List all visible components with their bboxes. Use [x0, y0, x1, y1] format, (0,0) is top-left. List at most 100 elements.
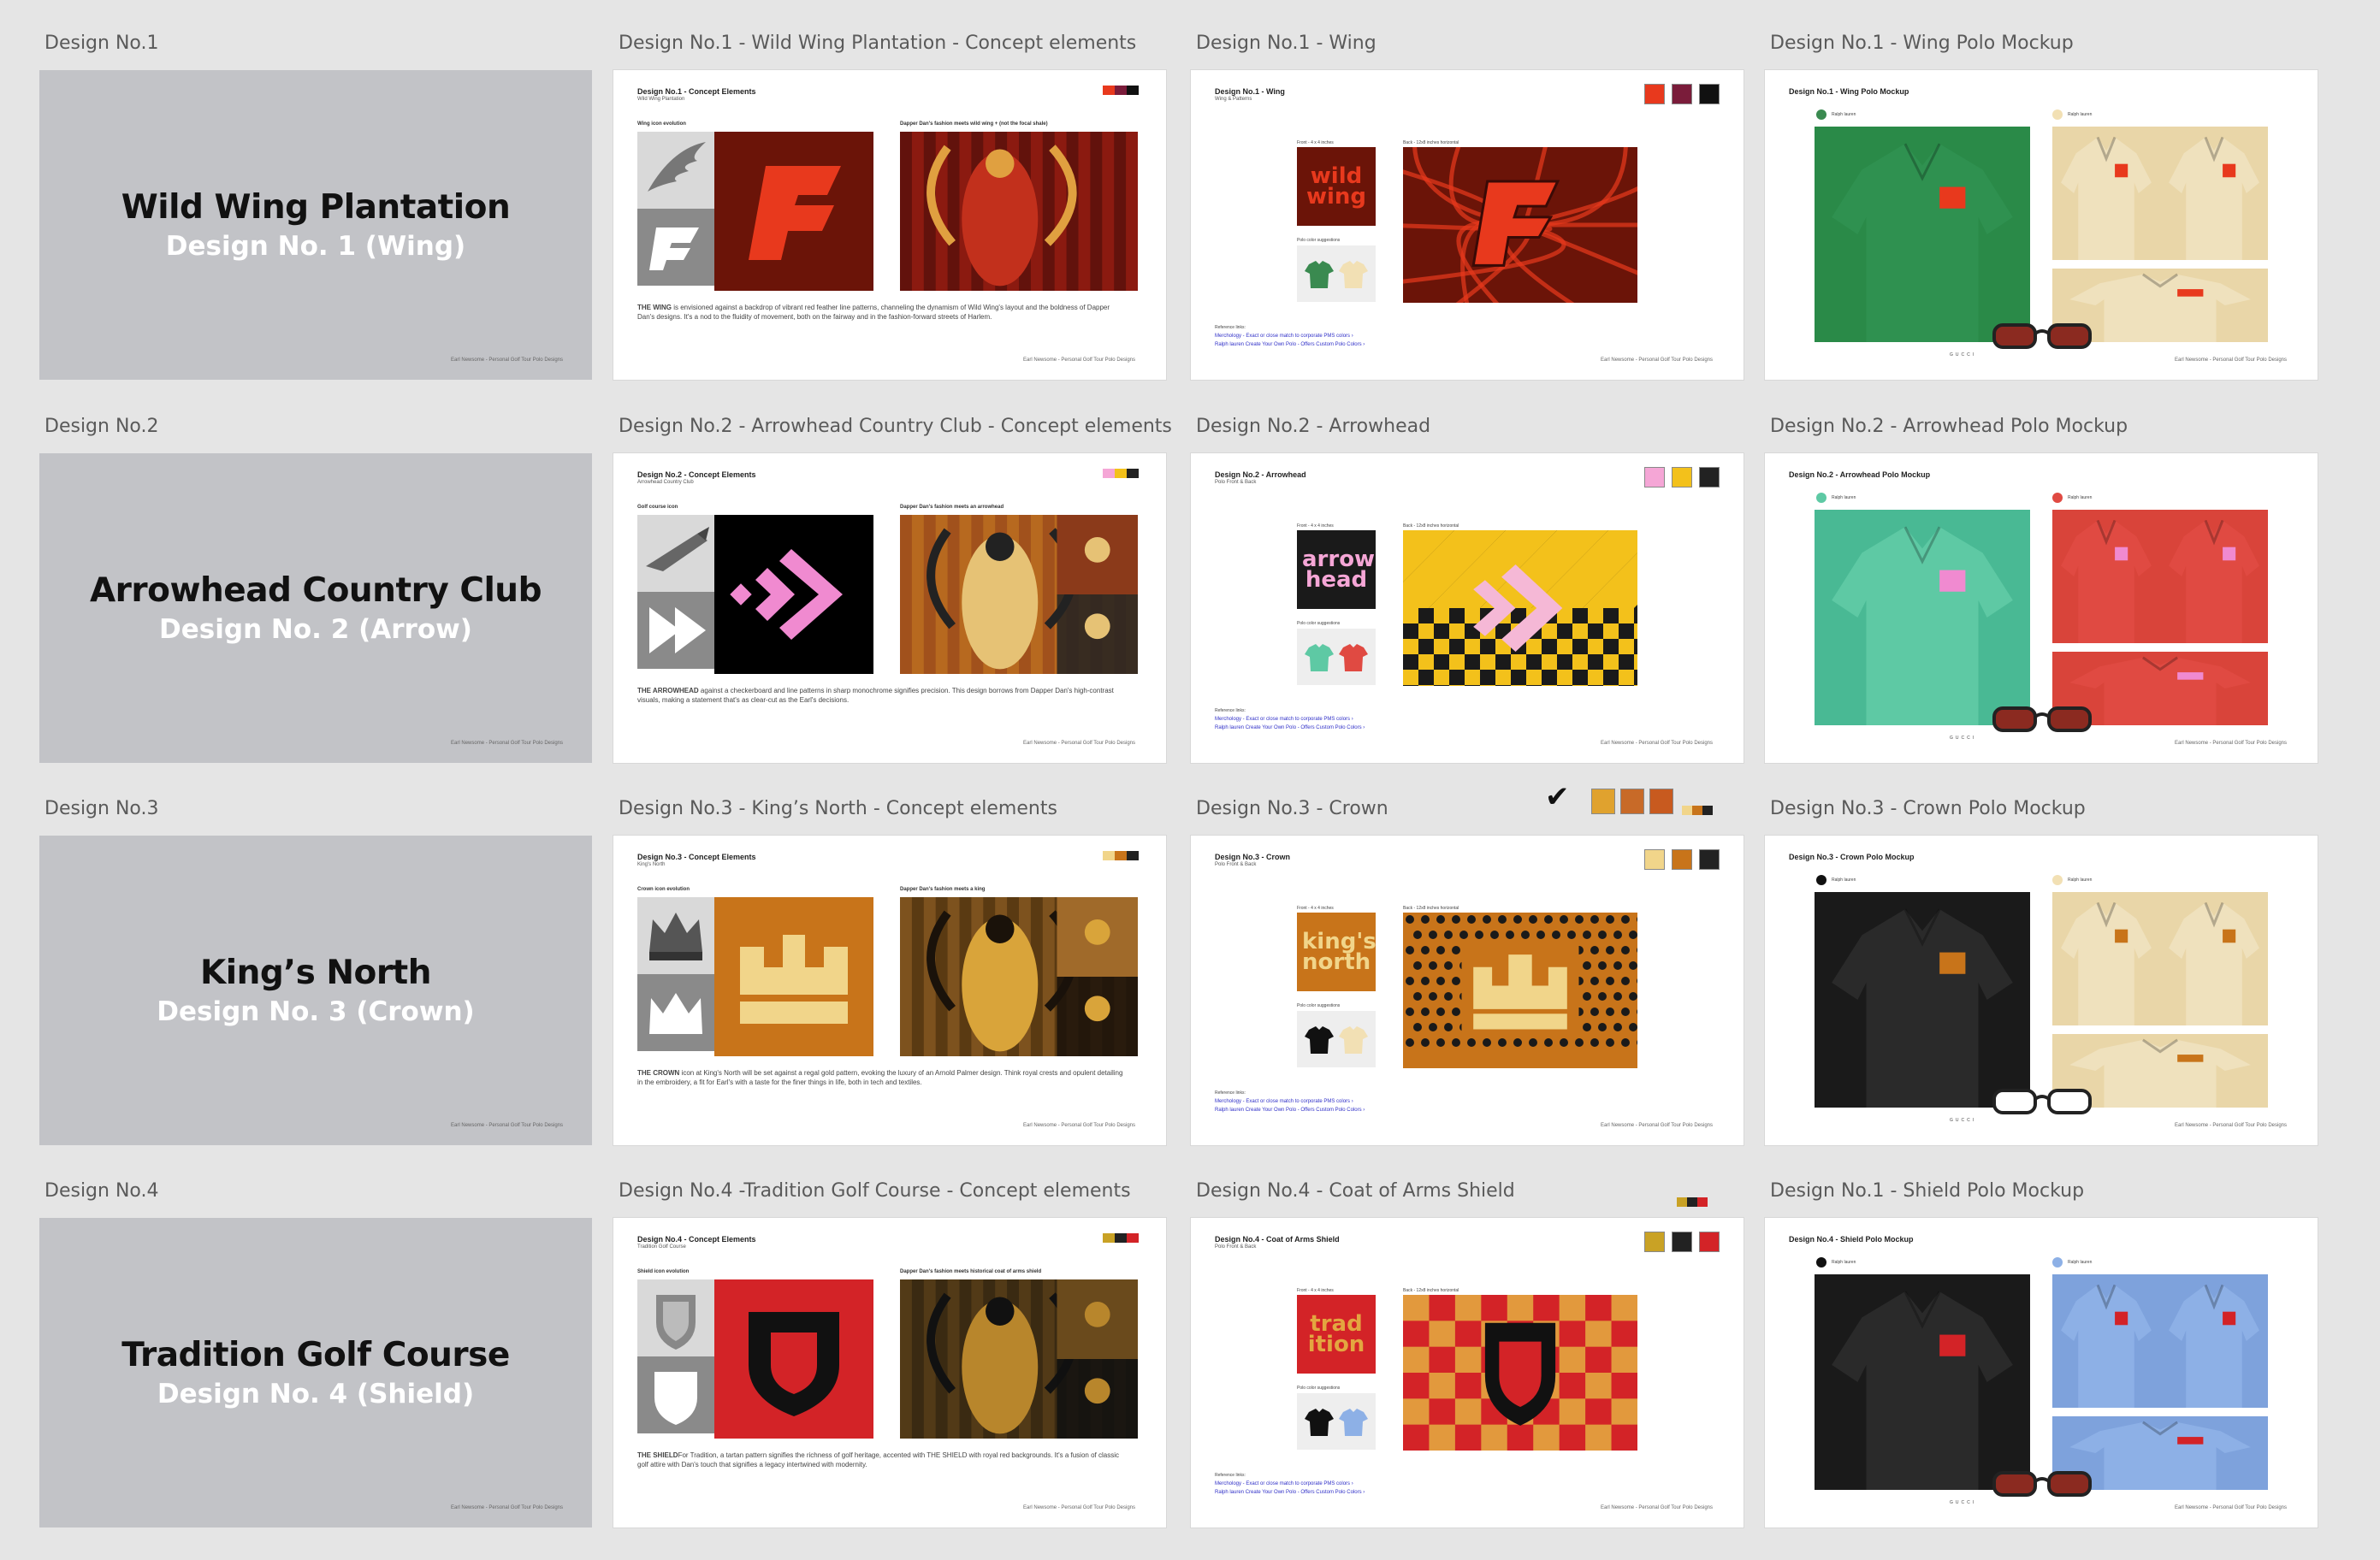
design-3-detail-frame[interactable]: Design No.3 - Crown Polo Front & Back Fron… [1191, 836, 1744, 1145]
back-pattern [1191, 530, 1711, 700]
ralph-lauren-link[interactable]: Ralph lauren Create Your Own Polo - Offe… [1215, 725, 1365, 730]
design-3-concept-frame[interactable]: Design No.3 - Concept Elements King's Nor… [613, 836, 1166, 1145]
shirt-color-2 [1338, 1407, 1369, 1440]
design-1-mockup-frame[interactable]: Design No.1 - Wing Polo Mockup Ralph laur… [1765, 70, 2318, 380]
slide-subtitle: King's North [637, 862, 666, 867]
pantone-swatch [1672, 849, 1692, 870]
cover-title: King’s North [200, 954, 431, 992]
design-3-detail-label[interactable]: Design No.3 - Crown [1196, 798, 1388, 819]
caption-text: against a checkerboard and line patterns… [637, 687, 1114, 704]
cover-title: Tradition Golf Course [121, 1336, 510, 1374]
slide-title: Design No.1 - Wing [1215, 87, 1285, 96]
design-1-detail-frame[interactable]: Design No.1 - Wing Wing & Patterns Front -… [1191, 70, 1744, 380]
color-chip [1127, 1233, 1139, 1243]
approved-checkmark-icon[interactable]: ✔ [1545, 780, 1570, 814]
slide-title: Design No.1 - Wing Polo Mockup [1789, 87, 1909, 96]
back-pattern [1403, 1295, 1637, 1455]
design-1-row-label[interactable]: Design No.1 [44, 32, 158, 54]
design-1-mockup-label[interactable]: Design No.1 - Wing Polo Mockup [1770, 32, 2074, 54]
color-chip [1687, 1197, 1697, 1207]
ralph-lauren-link[interactable]: Ralph lauren Create Your Own Polo - Offe… [1215, 1490, 1365, 1495]
caption-text: For Tradition, a tartan pattern signifie… [637, 1451, 1119, 1468]
slide-title: Design No.3 - Concept Elements [637, 853, 756, 861]
fashion-image [900, 897, 1138, 1061]
design-3-row-label[interactable]: Design No.3 [44, 798, 158, 819]
color-chip [1115, 851, 1127, 860]
ralph-lauren-link[interactable]: Ralph lauren Create Your Own Polo - Offe… [1215, 1108, 1365, 1113]
color-chip [1103, 86, 1115, 95]
color-chip [1677, 1197, 1687, 1207]
polo-model-photo [1815, 510, 2030, 730]
merchology-link[interactable]: Merchology - Exact or close match to cor… [1215, 334, 1353, 339]
color-chip [1115, 86, 1127, 95]
design-2-row-label[interactable]: Design No.2 [44, 416, 158, 437]
design-4-detail-label[interactable]: Design No.4 - Coat of Arms Shield [1196, 1180, 1515, 1202]
design-4-row-label[interactable]: Design No.4 [44, 1180, 158, 1202]
fashion-label: Dapper Dan's fashion meets a king [900, 887, 986, 892]
shirt-color-2 [1338, 1025, 1369, 1058]
slide-title: Design No.3 - Crown [1215, 853, 1291, 861]
design-2-concept-frame[interactable]: Design No.2 - Concept Elements Arrowhead … [613, 453, 1166, 763]
caption-text: icon at King's North will be set against… [637, 1069, 1123, 1086]
shirt-color-1 [1304, 1407, 1335, 1440]
slide-title: Design No.3 - Crown Polo Mockup [1789, 853, 1915, 861]
design-4-concept-label[interactable]: Design No.4 -Tradition Golf Course - Con… [619, 1180, 1131, 1202]
final-icon [714, 132, 873, 295]
design-2-detail-label[interactable]: Design No.2 - Arrowhead [1196, 416, 1430, 437]
design-4-mockup-label[interactable]: Design No.1 - Shield Polo Mockup [1770, 1180, 2084, 1202]
polo-color-suggestions [1297, 629, 1376, 685]
design-3-mockup-label[interactable]: Design No.3 - Crown Polo Mockup [1770, 798, 2086, 819]
design-4-mockup-frame[interactable]: Design No.4 - Shield Polo Mockup Ralph la… [1765, 1218, 2318, 1528]
polo-color-dot [2052, 1257, 2063, 1268]
reference-links-label: Reference links: [1215, 325, 1246, 330]
pantone-swatch [1699, 467, 1720, 488]
polo-color-dot [1816, 109, 1826, 120]
shirt-color-2 [1338, 259, 1369, 292]
design-3-cover-frame[interactable]: King’s North Design No. 3 (Crown) Earl New… [39, 836, 592, 1145]
slide-footer: Earl Newsome - Personal Golf Tour Polo D… [2175, 741, 2287, 746]
approved-swatch [1591, 789, 1615, 814]
approved-swatch [1649, 789, 1673, 814]
fashion-image [900, 515, 1138, 678]
design-1-concept-label[interactable]: Design No.1 - Wild Wing Plantation - Con… [619, 32, 1136, 54]
icon-evolution-label: Shield icon evolution [637, 1269, 690, 1274]
icon-evolution-label: Wing icon evolution [637, 121, 686, 127]
shirt-color-1 [1304, 642, 1335, 676]
design-4-concept-frame[interactable]: Design No.4 - Concept Elements Tradition … [613, 1218, 1166, 1528]
design-1-concept-frame[interactable]: Design No.1 - Concept Elements Wild Wing … [613, 70, 1166, 380]
color-chip [1127, 851, 1139, 860]
cover-title: Arrowhead Country Club [90, 571, 542, 610]
slide-footer: Earl Newsome - Personal Golf Tour Polo D… [1023, 1123, 1135, 1128]
polo-color-suggestions [1297, 245, 1376, 302]
design-3-concept-label[interactable]: Design No.3 - King’s North - Concept ele… [619, 798, 1057, 819]
slide-subtitle: Polo Front & Back [1215, 480, 1257, 485]
merchology-link[interactable]: Merchology - Exact or close match to cor… [1215, 1099, 1353, 1104]
cover-footer: Earl Newsome - Personal Golf Tour Polo D… [451, 1505, 563, 1510]
design-2-concept-label[interactable]: Design No.2 - Arrowhead Country Club - C… [619, 416, 1172, 437]
icon-evolution-bottom [637, 974, 714, 1055]
back-pattern [1356, 86, 1684, 363]
color-chip [1103, 851, 1115, 860]
merchology-link[interactable]: Merchology - Exact or close match to cor… [1215, 1481, 1353, 1486]
design-1-cover-frame[interactable]: Wild Wing Plantation Design No. 1 (Wing) E… [39, 70, 592, 380]
fashion-label: Dapper Dan's fashion meets an arrowhead [900, 505, 1004, 510]
color-chip [1103, 469, 1115, 478]
design-3-mockup-frame[interactable]: Design No.3 - Crown Polo Mockup Ralph lau… [1765, 836, 2318, 1145]
merchology-link[interactable]: Merchology - Exact or close match to cor… [1215, 717, 1353, 722]
cover-footer: Earl Newsome - Personal Golf Tour Polo D… [451, 358, 563, 363]
design-2-mockup-label[interactable]: Design No.2 - Arrowhead Polo Mockup [1770, 416, 2128, 437]
design-1-detail-label[interactable]: Design No.1 - Wing [1196, 32, 1376, 54]
fashion-label: Dapper Dan's fashion meets wild wing + (… [900, 121, 1048, 127]
design-2-cover-frame[interactable]: Arrowhead Country Club Design No. 2 (Arro… [39, 453, 592, 763]
design-2-mockup-frame[interactable]: Design No.2 - Arrowhead Polo Mockup Ralph… [1765, 453, 2318, 763]
design-2-detail-frame[interactable]: Design No.2 - Arrowhead Polo Front & Back… [1191, 453, 1744, 763]
pantone-swatch [1699, 84, 1720, 104]
ralph-lauren-link[interactable]: Ralph lauren Create Your Own Polo - Offe… [1215, 342, 1365, 347]
design-4-cover-frame[interactable]: Tradition Golf Course Design No. 4 (Shiel… [39, 1218, 592, 1528]
slide-footer: Earl Newsome - Personal Golf Tour Polo D… [2175, 1505, 2287, 1510]
pantone-swatch [1644, 849, 1665, 870]
slide-title: Design No.1 - Concept Elements [637, 87, 756, 96]
caption-highlight: THE SHIELD [637, 1451, 678, 1459]
pantone-swatch [1644, 84, 1665, 104]
design-4-detail-frame[interactable]: Design No.4 - Coat of Arms Shield Polo Fr… [1191, 1218, 1744, 1528]
